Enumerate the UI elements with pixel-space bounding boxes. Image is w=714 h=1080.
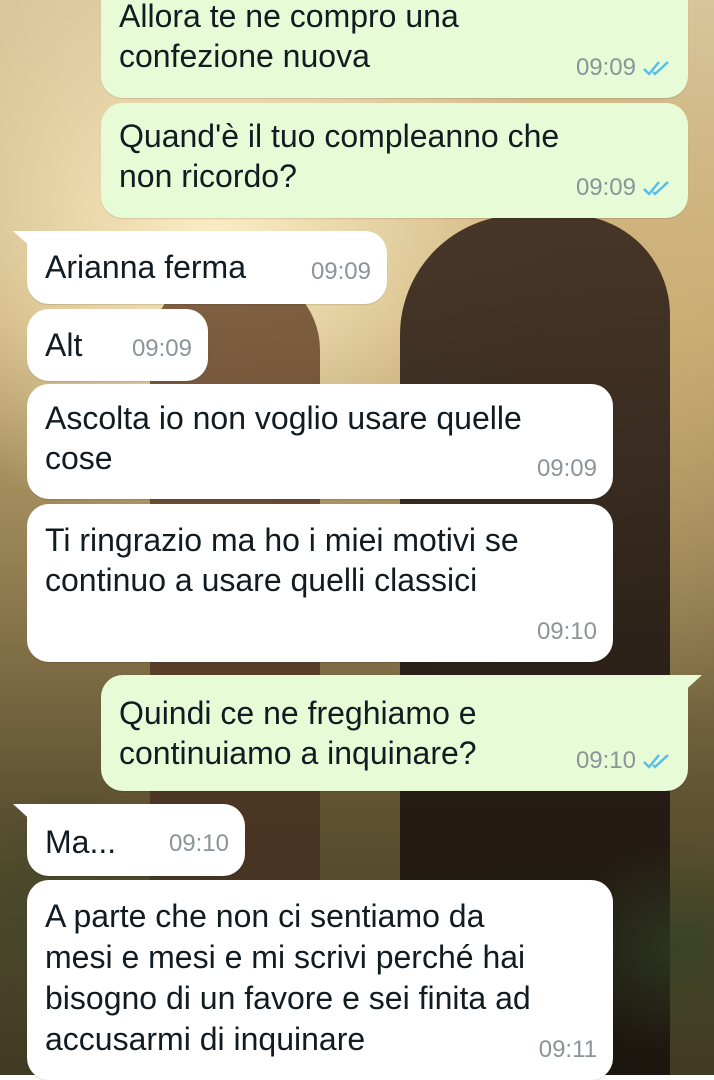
message-time: 09:10 [575,747,636,774]
double-check-icon [642,179,672,197]
double-check-icon [642,59,672,77]
message-time: 09:10 [536,618,597,645]
message-time: 09:09 [575,174,636,201]
message-time: 09:09 [536,455,597,482]
message-time: 09:09 [131,335,192,362]
message-meta: 09:10 [576,741,672,781]
message-bubble-outgoing[interactable]: Quand'è il tuo compleanno che non ricord… [101,103,688,218]
message-text: Ti ringrazio ma ho i miei motivi se cont… [45,522,519,598]
message-bubble-incoming[interactable]: Ti ringrazio ma ho i miei motivi se cont… [27,504,613,662]
message-bubble-outgoing[interactable]: Allora te ne compro una confezione nuova… [101,0,688,98]
message-text: A parte che non ci sentiamo da mesi e me… [45,898,531,1057]
message-meta: 09:10 [169,824,229,864]
message-bubble-outgoing[interactable]: Quindi ce ne freghiamo e continuiamo a i… [101,675,702,791]
message-meta: 09:09 [576,48,672,88]
message-bubble-incoming[interactable]: Alt 09:09 [27,309,208,381]
message-time: 09:10 [168,830,229,857]
message-meta: 09:10 [537,612,597,652]
message-text: Ascolta io non voglio usare quelle cose [45,400,522,476]
message-bubble-incoming[interactable]: A parte che non ci sentiamo da mesi e me… [27,880,613,1080]
message-meta: 09:09 [537,449,597,489]
bubble-tail [13,804,35,824]
message-meta: 09:11 [539,1029,597,1070]
message-time: 09:11 [538,1036,597,1063]
message-bubble-incoming[interactable]: Ascolta io non voglio usare quelle cose … [27,384,613,499]
double-check-icon [642,752,672,770]
message-time: 09:09 [310,258,371,285]
message-meta: 09:09 [576,168,672,208]
bubble-tail [13,231,35,251]
message-meta: 09:09 [132,329,192,369]
message-meta: 09:09 [311,252,371,292]
bubble-tail [680,675,702,695]
message-bubble-incoming[interactable]: Arianna ferma 09:09 [13,231,387,304]
message-bubble-incoming[interactable]: Ma... 09:10 [13,804,245,876]
message-time: 09:09 [575,54,636,81]
